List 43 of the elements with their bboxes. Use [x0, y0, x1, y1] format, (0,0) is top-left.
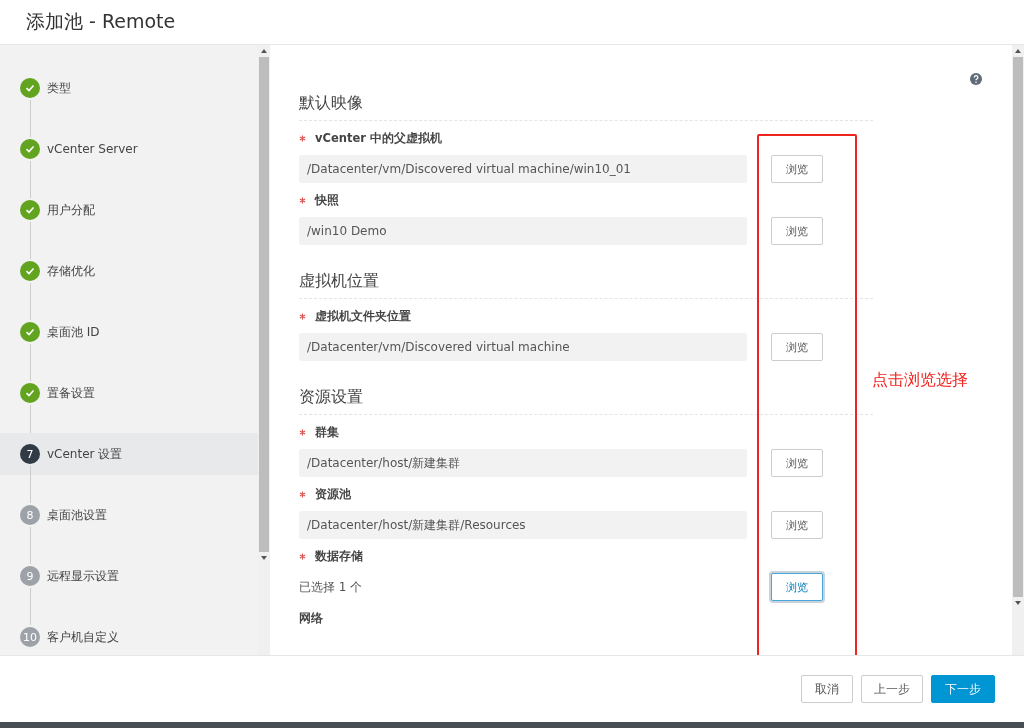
wizard-step[interactable]: 10 客户机自定义	[0, 625, 258, 649]
footer-button[interactable]: 取消	[801, 675, 853, 703]
section-title: 默认映像	[299, 93, 873, 121]
browse-button[interactable]: 浏览	[771, 155, 823, 183]
wizard-step[interactable]: 9 远程显示设置	[0, 564, 258, 588]
field-label: vCenter 中的父虚拟机	[315, 131, 442, 146]
field-label: 数据存储	[315, 549, 363, 564]
section-title: 资源设置	[299, 387, 873, 415]
step-number: 10	[20, 627, 40, 647]
input-field[interactable]: /Datacenter/host/新建集群/Resources	[299, 511, 747, 539]
window-title: 添加池 - Remote	[26, 9, 176, 34]
wizard-step[interactable]: 类型	[0, 76, 258, 100]
section-title: 虚拟机位置	[299, 271, 873, 299]
input-field[interactable]: /Datacenter/vm/Discovered virtual machine	[299, 333, 747, 361]
wizard-step[interactable]: 用户分配	[0, 198, 258, 222]
field-label: 快照	[315, 193, 339, 208]
input-field[interactable]: /Datacenter/host/新建集群	[299, 449, 747, 477]
wizard-step[interactable]: 8 桌面池设置	[0, 503, 258, 527]
field-label: 虚拟机文件夹位置	[315, 309, 411, 324]
field-label: 网络	[299, 611, 323, 626]
help-icon[interactable]	[970, 73, 982, 85]
browse-button[interactable]: 浏览	[771, 511, 823, 539]
wizard-step[interactable]: 存储优化	[0, 259, 258, 283]
step-number: 9	[20, 566, 40, 586]
annotation-text: 点击浏览选择	[872, 370, 968, 391]
browse-button[interactable]: 浏览	[771, 449, 823, 477]
field-label: 群集	[315, 425, 339, 440]
wizard-step[interactable]: vCenter Server	[0, 137, 258, 161]
footer-button[interactable]: 上一步	[861, 675, 923, 703]
wizard-step[interactable]: 置备设置	[0, 381, 258, 405]
scrollbar[interactable]	[258, 45, 270, 655]
step-number: 7	[20, 444, 40, 464]
browse-button[interactable]: 浏览	[771, 217, 823, 245]
field-label: 资源池	[315, 487, 351, 502]
input-field[interactable]: /win10 Demo	[299, 217, 747, 245]
browse-button[interactable]: 浏览	[771, 573, 823, 601]
wizard-step[interactable]: 7 vCenter 设置	[0, 433, 258, 475]
input-field[interactable]: /Datacenter/vm/Discovered virtual machine/win10_01	[299, 155, 747, 183]
wizard-step[interactable]: 桌面池 ID	[0, 320, 258, 344]
field-value: 已选择 1 个	[299, 579, 363, 594]
scrollbar[interactable]	[1012, 45, 1024, 655]
step-number: 8	[20, 505, 40, 525]
browse-button[interactable]: 浏览	[771, 333, 823, 361]
